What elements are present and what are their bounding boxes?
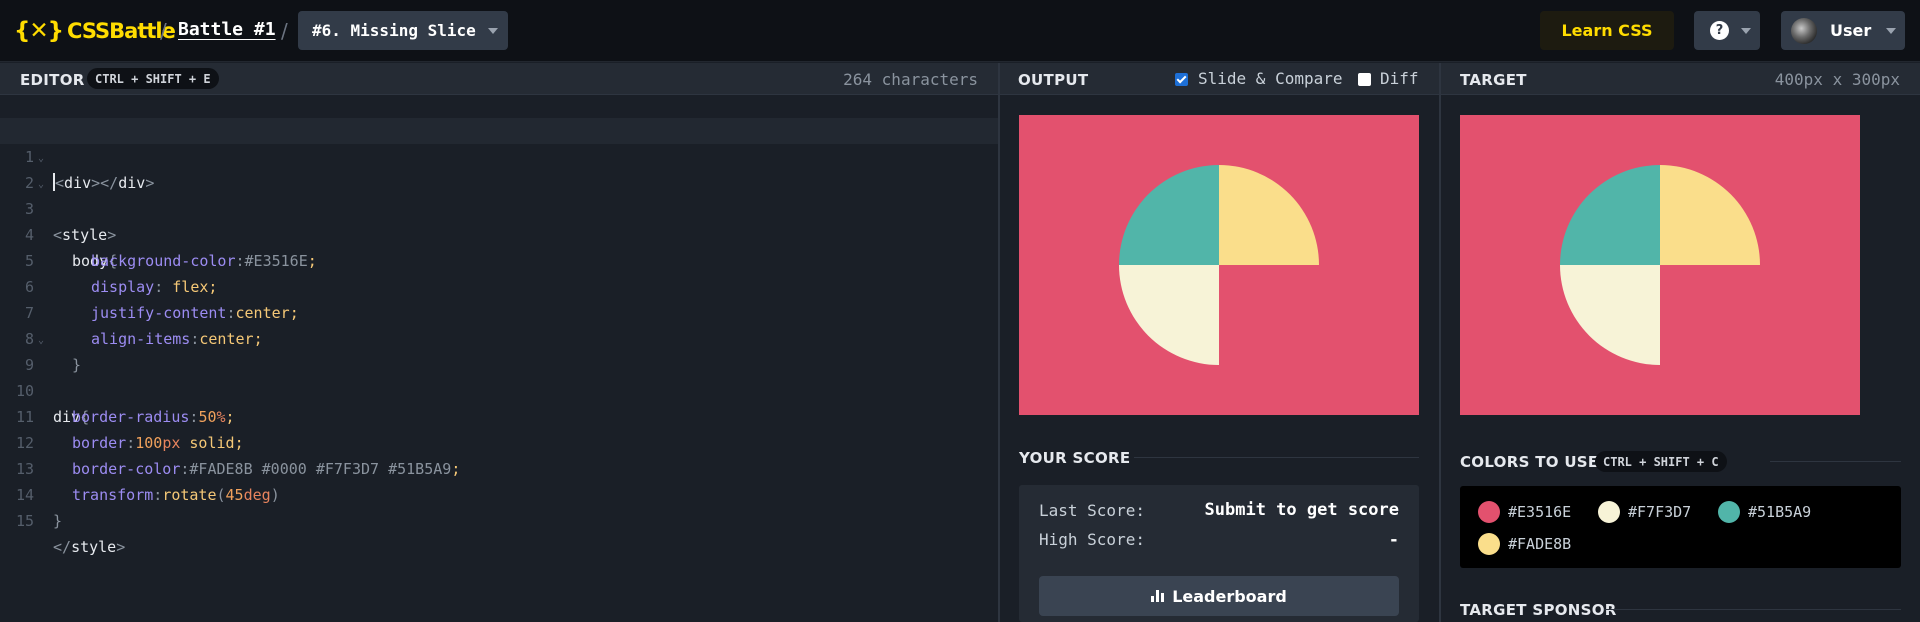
colors-title: COLORS TO USE bbox=[1460, 453, 1599, 471]
avatar bbox=[1791, 18, 1817, 44]
character-count: 264 characters bbox=[843, 70, 978, 89]
output-title: OUTPUT bbox=[1018, 71, 1089, 89]
code-line[interactable]: 7 align-items:center; bbox=[0, 274, 998, 348]
code-line[interactable]: 5 display: flex; bbox=[0, 222, 998, 296]
divider bbox=[1604, 609, 1901, 610]
bar-chart-icon bbox=[1151, 590, 1165, 602]
slide-compare-checkbox[interactable] bbox=[1175, 73, 1188, 86]
color-dot bbox=[1478, 533, 1500, 555]
code-line[interactable]: 3 ⌄ body{ bbox=[0, 170, 998, 270]
color-swatch[interactable]: #51B5A9 bbox=[1718, 501, 1811, 523]
cream-quarter bbox=[1119, 265, 1219, 365]
target-header: TARGET 400px x 300px bbox=[1441, 63, 1920, 95]
editor-title: EDITOR bbox=[20, 71, 85, 89]
code-line[interactable]: 14 } bbox=[0, 456, 998, 530]
logo-text: CSSBattle bbox=[67, 19, 176, 43]
last-score-value: Submit to get score bbox=[1204, 500, 1399, 520]
color-palette: #E3516E #F7F3D7 #51B5A9 #FADE8B bbox=[1460, 486, 1901, 568]
user-menu-button[interactable]: User bbox=[1781, 11, 1905, 50]
breadcrumb-separator: / bbox=[281, 19, 288, 43]
code-line[interactable]: 15 </style> bbox=[0, 482, 998, 556]
code-line[interactable]: 12 border-color:#FADE8B #0000 #F7F3D7 #5… bbox=[0, 404, 998, 478]
code-text: } bbox=[53, 512, 63, 530]
user-name: User bbox=[1830, 21, 1872, 40]
code-line[interactable]: 1 <div></div> bbox=[0, 118, 998, 192]
divider bbox=[1770, 461, 1901, 462]
slide-compare-label[interactable]: Slide & Compare bbox=[1198, 69, 1343, 88]
breadcrumb-separator: / bbox=[160, 19, 167, 43]
yellow-quarter bbox=[1219, 165, 1319, 265]
teal-quarter bbox=[1119, 165, 1219, 265]
teal-quarter bbox=[1560, 165, 1660, 265]
high-score-label: High Score: bbox=[1039, 530, 1145, 549]
chevron-down-icon bbox=[1741, 28, 1751, 34]
score-panel: Last Score: Submit to get score High Sco… bbox=[1019, 485, 1419, 622]
your-score-title: YOUR SCORE bbox=[1019, 449, 1131, 467]
top-navbar: {✕} CSSBattle / Battle #1 / #6. Missing … bbox=[0, 0, 1920, 62]
target-sponsor-title: TARGET SPONSOR bbox=[1460, 601, 1617, 619]
breadcrumb-battle-link[interactable]: Battle #1 bbox=[178, 19, 276, 40]
code-line[interactable]: 13 transform:rotate(45deg) bbox=[0, 430, 998, 504]
cream-quarter bbox=[1560, 265, 1660, 365]
color-hex: #51B5A9 bbox=[1748, 503, 1812, 521]
code-line[interactable]: 10 border-radius:50%; bbox=[0, 352, 998, 426]
color-dot bbox=[1478, 501, 1500, 523]
help-icon: ? bbox=[1710, 21, 1729, 40]
help-menu-button[interactable]: ? bbox=[1694, 11, 1760, 50]
line-number: 15 bbox=[15, 512, 34, 530]
target-preview bbox=[1460, 115, 1860, 415]
color-swatch[interactable]: #FADE8B bbox=[1478, 533, 1571, 555]
color-hex: #E3516E bbox=[1508, 503, 1572, 521]
level-select-dropdown[interactable]: #6. Missing Slice bbox=[298, 11, 508, 50]
target-title: TARGET bbox=[1460, 71, 1527, 89]
chevron-down-icon bbox=[488, 28, 498, 34]
code-line[interactable]: 6 justify-content:center; bbox=[0, 248, 998, 322]
code-line[interactable]: 9 ⌄ div{ bbox=[0, 326, 998, 426]
color-hex: #F7F3D7 bbox=[1628, 503, 1692, 521]
code-line[interactable]: 11 border:100px solid; bbox=[0, 378, 998, 452]
color-dot bbox=[1718, 501, 1740, 523]
code-line[interactable]: 4 background-color:#E3516E; bbox=[0, 196, 998, 270]
chevron-down-icon bbox=[1886, 28, 1896, 34]
diff-checkbox[interactable] bbox=[1358, 73, 1371, 86]
output-header: OUTPUT Slide & Compare Diff bbox=[1000, 63, 1439, 95]
color-swatch[interactable]: #F7F3D7 bbox=[1598, 501, 1691, 523]
divider bbox=[1134, 457, 1419, 458]
fold-chevron-icon[interactable]: ⌄ bbox=[38, 328, 44, 354]
fold-chevron-icon[interactable]: ⌄ bbox=[38, 172, 44, 198]
high-score-value: - bbox=[1388, 530, 1399, 550]
editor-shortcut-badge: CTRL + SHIFT + E bbox=[87, 68, 219, 89]
pane-divider[interactable] bbox=[998, 63, 1000, 622]
color-dot bbox=[1598, 501, 1620, 523]
code-editor[interactable]: 1 <div></div> 2 ⌄ <style> 3 ⌄ body{ 4 ba… bbox=[0, 96, 998, 622]
level-select-label: #6. Missing Slice bbox=[312, 21, 476, 40]
yellow-quarter bbox=[1660, 165, 1760, 265]
leaderboard-button[interactable]: Leaderboard bbox=[1039, 576, 1399, 616]
colors-shortcut-badge: CTRL + SHIFT + C bbox=[1595, 451, 1727, 472]
editor-header: EDITOR CTRL + SHIFT + E 264 characters bbox=[0, 63, 998, 95]
cssbattle-logo[interactable]: {✕} CSSBattle bbox=[14, 18, 176, 44]
learn-css-button[interactable]: Learn CSS bbox=[1540, 11, 1674, 50]
color-swatch[interactable]: #E3516E bbox=[1478, 501, 1571, 523]
fold-chevron-icon[interactable]: ⌄ bbox=[38, 146, 44, 172]
leaderboard-label: Leaderboard bbox=[1172, 586, 1287, 606]
output-preview[interactable] bbox=[1019, 115, 1419, 415]
logo-icon: {✕} bbox=[14, 18, 64, 44]
last-score-label: Last Score: bbox=[1039, 501, 1145, 520]
code-text: </style> bbox=[53, 538, 126, 556]
code-line[interactable]: 8 } bbox=[0, 300, 998, 374]
color-hex: #FADE8B bbox=[1508, 535, 1572, 553]
pane-divider[interactable] bbox=[1439, 63, 1441, 622]
diff-label[interactable]: Diff bbox=[1380, 69, 1419, 88]
code-line[interactable]: 2 ⌄ <style> bbox=[0, 144, 998, 244]
target-size: 400px x 300px bbox=[1774, 70, 1900, 89]
